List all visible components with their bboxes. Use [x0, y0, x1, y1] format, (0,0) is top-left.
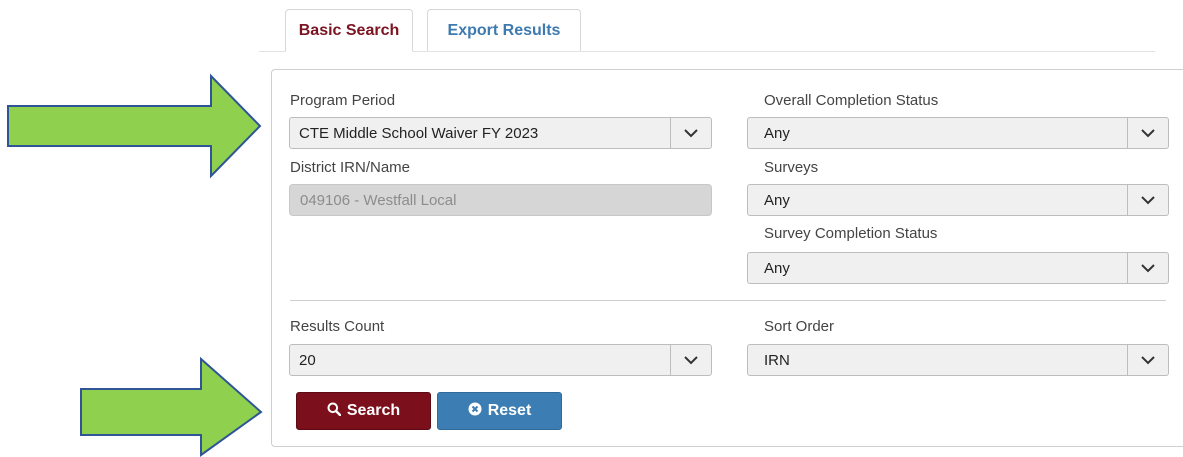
district-label: District IRN/Name [290, 159, 411, 176]
chevron-down-icon[interactable] [1127, 253, 1168, 283]
section-divider [290, 300, 1166, 301]
sort-order-select[interactable]: IRN [747, 344, 1169, 376]
surveys-select[interactable]: Any [747, 184, 1169, 216]
survey-completion-status-value: Any [764, 259, 790, 277]
tab-bar: Basic Search Export Results [259, 9, 1155, 52]
sort-order-label: Sort Order [764, 318, 835, 335]
search-icon [327, 402, 342, 421]
annotation-arrow-icon [7, 73, 262, 179]
chevron-down-icon[interactable] [670, 345, 711, 375]
tab-export-results[interactable]: Export Results [427, 9, 581, 51]
overall-completion-status-label: Overall Completion Status [764, 92, 939, 109]
surveys-value: Any [764, 191, 790, 209]
annotation-arrow-icon [80, 356, 263, 457]
tab-basic-search[interactable]: Basic Search [285, 9, 413, 52]
chevron-down-icon[interactable] [1127, 185, 1168, 215]
results-count-label: Results Count [290, 318, 385, 335]
program-period-value: CTE Middle School Waiver FY 2023 [299, 124, 539, 142]
district-value: 049106 - Westfall Local [300, 191, 457, 209]
search-button[interactable]: Search [296, 392, 431, 430]
search-button-label: Search [346, 402, 401, 419]
overall-completion-status-select[interactable]: Any [747, 117, 1169, 149]
results-count-value: 20 [299, 351, 316, 369]
program-period-label: Program Period [290, 92, 396, 109]
reset-button[interactable]: Reset [437, 392, 562, 430]
district-field: 049106 - Westfall Local [289, 184, 712, 216]
chevron-down-icon[interactable] [1127, 345, 1168, 375]
sort-order-value: IRN [764, 351, 790, 369]
survey-completion-status-select[interactable]: Any [747, 252, 1169, 284]
overall-completion-status-value: Any [764, 124, 790, 142]
chevron-down-icon[interactable] [670, 118, 711, 148]
chevron-down-icon[interactable] [1127, 118, 1168, 148]
surveys-label: Surveys [764, 159, 819, 176]
reset-button-label: Reset [487, 402, 532, 419]
program-period-select[interactable]: CTE Middle School Waiver FY 2023 [289, 117, 712, 149]
survey-completion-status-label: Survey Completion Status [764, 225, 938, 242]
times-circle-icon [468, 402, 482, 421]
results-count-select[interactable]: 20 [289, 344, 712, 376]
